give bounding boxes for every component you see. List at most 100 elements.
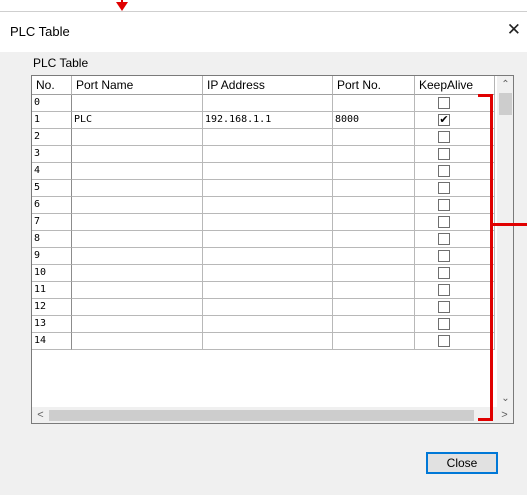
table-row[interactable]: 11 <box>32 282 497 299</box>
cell-ip-address[interactable]: 192.168.1.1 <box>203 112 333 129</box>
cell-port-name[interactable]: PLC <box>72 112 203 129</box>
cell-no[interactable]: 10 <box>32 265 72 282</box>
cell-ip-address[interactable] <box>203 333 333 350</box>
keepalive-checkbox[interactable] <box>438 267 450 279</box>
cell-port-no[interactable] <box>333 333 415 350</box>
cell-keepalive[interactable] <box>415 333 495 350</box>
horizontal-scroll-thumb[interactable] <box>49 410 474 421</box>
cell-no[interactable]: 12 <box>32 299 72 316</box>
cell-no[interactable]: 9 <box>32 248 72 265</box>
table-row[interactable]: 3 <box>32 146 497 163</box>
keepalive-checkbox[interactable] <box>438 335 450 347</box>
cell-port-no[interactable] <box>333 163 415 180</box>
cell-no[interactable]: 5 <box>32 180 72 197</box>
cell-keepalive[interactable] <box>415 299 495 316</box>
keepalive-checkbox[interactable] <box>438 182 450 194</box>
cell-port-no[interactable] <box>333 248 415 265</box>
cell-ip-address[interactable] <box>203 299 333 316</box>
cell-port-no[interactable] <box>333 180 415 197</box>
table-row[interactable]: 4 <box>32 163 497 180</box>
cell-ip-address[interactable] <box>203 146 333 163</box>
cell-ip-address[interactable] <box>203 214 333 231</box>
keepalive-checkbox[interactable] <box>438 131 450 143</box>
cell-ip-address[interactable] <box>203 231 333 248</box>
cell-no[interactable]: 3 <box>32 146 72 163</box>
cell-no[interactable]: 7 <box>32 214 72 231</box>
column-header-ip-address[interactable]: IP Address <box>203 76 333 95</box>
cell-port-no[interactable] <box>333 299 415 316</box>
keepalive-checkbox[interactable] <box>438 199 450 211</box>
cell-keepalive[interactable] <box>415 95 495 112</box>
cell-port-no[interactable] <box>333 282 415 299</box>
cell-keepalive[interactable] <box>415 248 495 265</box>
cell-ip-address[interactable] <box>203 316 333 333</box>
keepalive-checkbox[interactable] <box>438 97 450 109</box>
chevron-left-icon[interactable]: < <box>32 407 49 423</box>
column-header-keepalive[interactable]: KeepAlive <box>415 76 495 95</box>
cell-no[interactable]: 0 <box>32 95 72 112</box>
cell-no[interactable]: 14 <box>32 333 72 350</box>
cell-port-no[interactable] <box>333 146 415 163</box>
cell-port-no[interactable] <box>333 265 415 282</box>
table-row[interactable]: 8 <box>32 231 497 248</box>
cell-ip-address[interactable] <box>203 95 333 112</box>
keepalive-checkbox[interactable] <box>438 318 450 330</box>
cell-ip-address[interactable] <box>203 180 333 197</box>
cell-ip-address[interactable] <box>203 265 333 282</box>
cell-port-name[interactable] <box>72 265 203 282</box>
keepalive-checkbox[interactable] <box>438 165 450 177</box>
keepalive-checkbox[interactable] <box>438 284 450 296</box>
cell-port-name[interactable] <box>72 231 203 248</box>
cell-keepalive[interactable] <box>415 197 495 214</box>
chevron-right-icon[interactable]: > <box>496 407 513 423</box>
cell-port-name[interactable] <box>72 282 203 299</box>
table-row[interactable]: 12 <box>32 299 497 316</box>
keepalive-checkbox[interactable] <box>438 216 450 228</box>
cell-ip-address[interactable] <box>203 163 333 180</box>
cell-port-name[interactable] <box>72 299 203 316</box>
cell-no[interactable]: 6 <box>32 197 72 214</box>
plc-table-grid[interactable]: No. Port Name IP Address Port No. KeepAl… <box>31 75 498 424</box>
cell-keepalive[interactable] <box>415 180 495 197</box>
column-header-no[interactable]: No. <box>32 76 72 95</box>
cell-ip-address[interactable] <box>203 197 333 214</box>
keepalive-checkbox[interactable] <box>438 301 450 313</box>
keepalive-checkbox[interactable] <box>438 233 450 245</box>
table-row[interactable]: 7 <box>32 214 497 231</box>
cell-port-name[interactable] <box>72 316 203 333</box>
cell-keepalive[interactable] <box>415 231 495 248</box>
cell-no[interactable]: 1 <box>32 112 72 129</box>
cell-port-name[interactable] <box>72 197 203 214</box>
keepalive-checkbox[interactable] <box>438 148 450 160</box>
cell-port-no[interactable] <box>333 214 415 231</box>
table-row[interactable]: 5 <box>32 180 497 197</box>
cell-keepalive[interactable] <box>415 282 495 299</box>
cell-port-no[interactable] <box>333 197 415 214</box>
horizontal-scrollbar[interactable]: < > <box>31 407 514 424</box>
cell-port-name[interactable] <box>72 95 203 112</box>
chevron-down-icon[interactable]: ⌄ <box>497 390 514 407</box>
close-icon[interactable]: ✕ <box>507 21 521 39</box>
table-row[interactable]: 14 <box>32 333 497 350</box>
cell-port-name[interactable] <box>72 146 203 163</box>
vertical-scrollbar[interactable]: ⌃ ⌄ <box>497 75 514 407</box>
cell-port-name[interactable] <box>72 248 203 265</box>
cell-ip-address[interactable] <box>203 282 333 299</box>
cell-port-no[interactable] <box>333 129 415 146</box>
cell-port-name[interactable] <box>72 180 203 197</box>
table-row[interactable]: 9 <box>32 248 497 265</box>
cell-port-name[interactable] <box>72 129 203 146</box>
cell-port-no[interactable] <box>333 95 415 112</box>
cell-keepalive[interactable] <box>415 129 495 146</box>
column-header-port-name[interactable]: Port Name <box>72 76 203 95</box>
cell-keepalive[interactable] <box>415 214 495 231</box>
cell-no[interactable]: 8 <box>32 231 72 248</box>
cell-no[interactable]: 13 <box>32 316 72 333</box>
cell-keepalive[interactable] <box>415 163 495 180</box>
close-button[interactable]: Close <box>426 452 498 474</box>
table-row[interactable]: 10 <box>32 265 497 282</box>
cell-ip-address[interactable] <box>203 129 333 146</box>
table-row[interactable]: 13 <box>32 316 497 333</box>
cell-port-no[interactable] <box>333 316 415 333</box>
cell-keepalive[interactable] <box>415 146 495 163</box>
